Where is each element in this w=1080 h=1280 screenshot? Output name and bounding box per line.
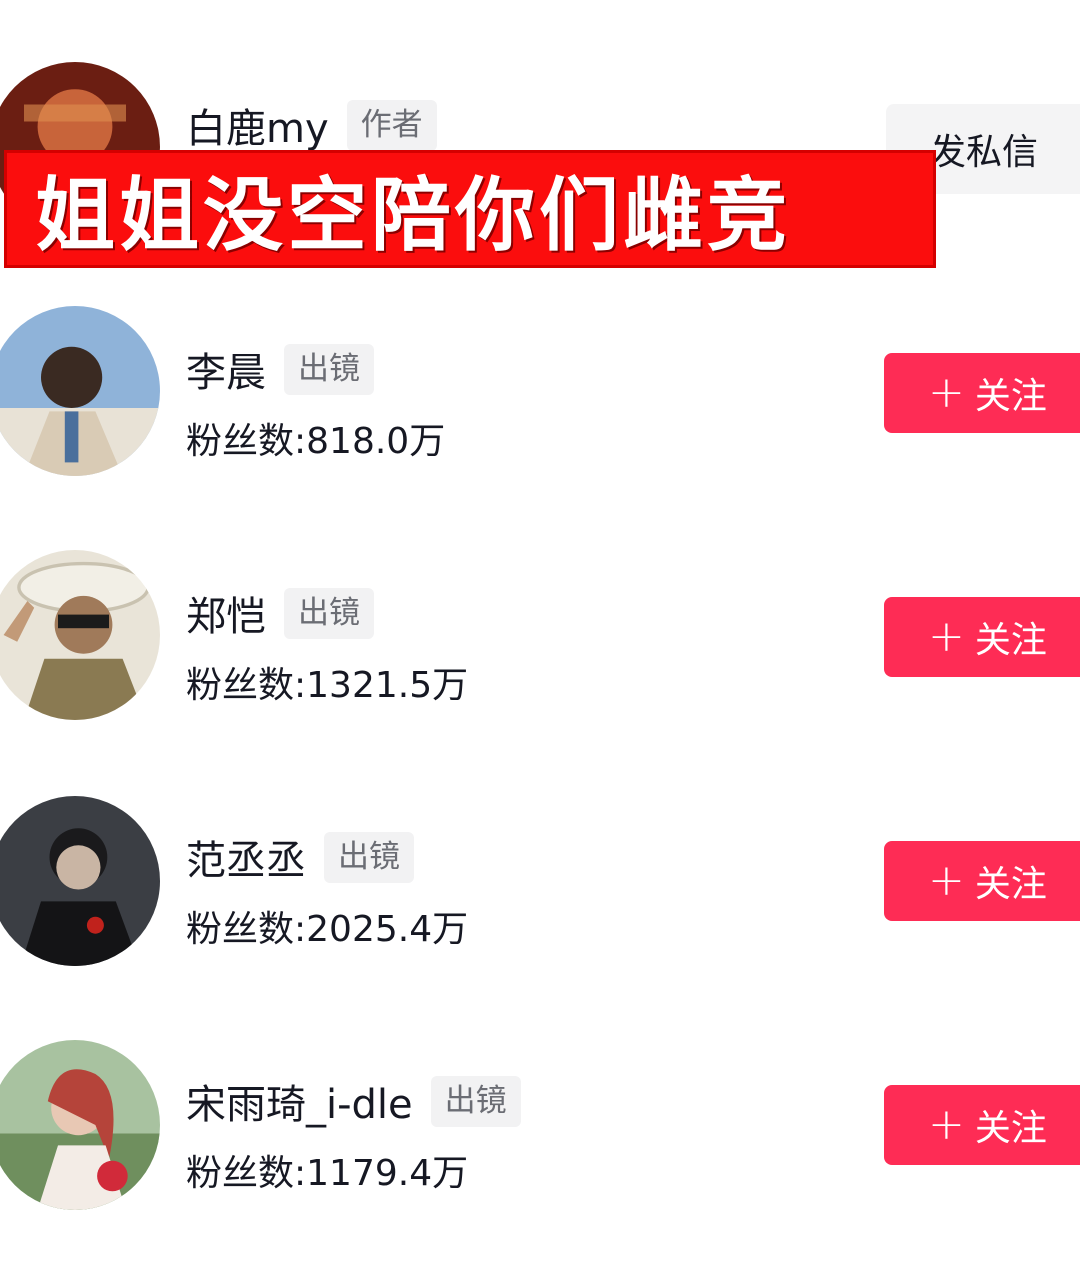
user-tag: 出镜	[324, 831, 414, 883]
author-name: 白鹿my	[186, 106, 329, 152]
user-name: 宋雨琦_i-dle	[186, 1082, 413, 1128]
caption-banner-text: 姐姐没空陪你们雌竞	[35, 169, 791, 262]
follow-label: 关注	[974, 1108, 1047, 1149]
author-tag: 作者	[346, 99, 437, 151]
fans-count: 粉丝数:1179.4万	[186, 1153, 469, 1194]
user-avatar[interactable]	[0, 550, 160, 720]
follow-button[interactable]: + 关注	[884, 353, 1080, 433]
user-tag: 出镜	[284, 587, 374, 639]
user-avatar[interactable]	[0, 796, 160, 966]
plus-icon: +	[928, 611, 965, 662]
user-name: 范丞丞	[186, 838, 306, 884]
follow-button[interactable]: + 关注	[884, 597, 1080, 677]
user-avatar[interactable]	[0, 306, 160, 476]
user-tag: 出镜	[284, 343, 374, 395]
user-avatar[interactable]	[0, 1040, 160, 1210]
fans-count: 粉丝数:1321.5万	[186, 665, 469, 706]
user-name-line: 李晨 出镜	[186, 340, 374, 398]
follow-label: 关注	[974, 620, 1047, 661]
user-name-line: 范丞丞 出镜	[186, 828, 414, 886]
author-name-line: 白鹿my 作者	[186, 96, 437, 154]
follow-label: 关注	[974, 864, 1047, 905]
user-name: 郑恺	[186, 594, 266, 640]
fans-count: 粉丝数:818.0万	[186, 421, 446, 462]
follow-button[interactable]: + 关注	[884, 1085, 1080, 1165]
caption-banner: 姐姐没空陪你们雌竞	[4, 150, 936, 268]
plus-icon: +	[928, 1099, 965, 1150]
follow-label: 关注	[974, 376, 1047, 417]
plus-icon: +	[928, 855, 965, 906]
user-tag: 出镜	[430, 1075, 521, 1127]
user-name-line: 郑恺 出镜	[186, 584, 374, 642]
fans-count: 粉丝数:2025.4万	[186, 909, 469, 950]
user-name-line: 宋雨琦_i-dle 出镜	[186, 1072, 521, 1130]
user-name: 李晨	[186, 350, 266, 396]
follow-button[interactable]: + 关注	[884, 841, 1080, 921]
plus-icon: +	[928, 367, 965, 418]
